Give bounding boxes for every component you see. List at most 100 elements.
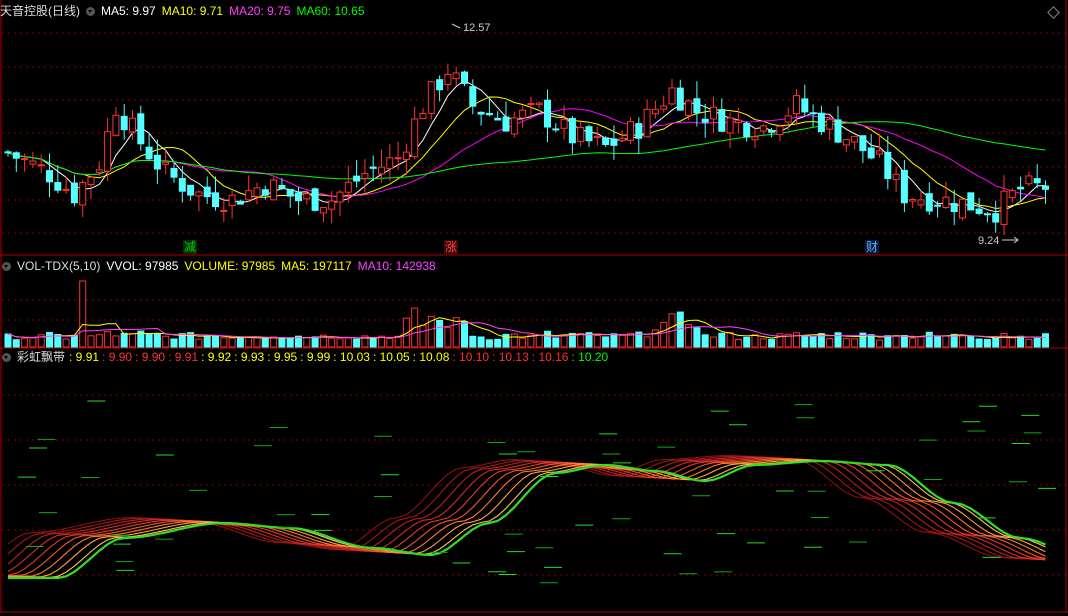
rainbow-value: : 9.91 <box>69 350 100 364</box>
candle-body <box>635 123 643 139</box>
volume-header: VOL-TDX(5,10) VVOL: 97985 VOLUME: 97985 MA5… <box>0 258 442 274</box>
candle-body <box>162 161 170 165</box>
candle-body <box>402 151 410 160</box>
candle-body <box>900 169 908 204</box>
ma60-label: MA60: 10.65 <box>296 4 365 18</box>
candle-body <box>776 125 784 136</box>
candle-body <box>817 112 825 133</box>
stock-chart[interactable] <box>0 0 1068 616</box>
volume-bar <box>917 336 925 348</box>
candle-body <box>461 71 468 84</box>
volume-bar <box>245 337 253 348</box>
volume-bar <box>793 332 800 348</box>
volume-bar <box>519 337 527 348</box>
event-mark-zhang[interactable]: 涨 <box>444 240 459 254</box>
vol-ma10-label: MA10: 142938 <box>357 259 436 273</box>
candle-body <box>112 114 120 136</box>
volume-bar <box>759 338 767 348</box>
volume-bar <box>1025 338 1033 348</box>
candle-body <box>1000 190 1008 226</box>
candle-body <box>676 87 684 111</box>
volume-bar <box>867 334 875 348</box>
volume-bar <box>851 338 859 348</box>
candle-body <box>826 118 834 130</box>
candle-body <box>643 108 651 138</box>
rainbow-value: : 10.20 <box>571 350 609 364</box>
volume-bar <box>228 337 236 348</box>
volume-bar <box>236 337 244 348</box>
candle-body <box>87 176 95 186</box>
candle-body <box>577 127 585 142</box>
rainbow-band-line <box>7 456 1046 565</box>
rainbow-value: : 9.93 <box>234 350 265 364</box>
candle-body <box>353 175 361 182</box>
event-mark-cai[interactable]: 财 <box>865 240 880 254</box>
event-mark-jian[interactable]: 减 <box>183 240 198 254</box>
collapse-icon[interactable] <box>2 353 11 362</box>
volume-bar <box>734 338 742 348</box>
candle-body <box>195 191 203 197</box>
volume-bar <box>353 338 361 348</box>
candle-body <box>203 186 211 198</box>
volume-bar <box>768 338 776 348</box>
candle-body <box>79 182 87 206</box>
candle-body <box>934 204 942 207</box>
volume-bar <box>12 339 20 348</box>
candle-body <box>743 123 751 138</box>
candle-body <box>710 106 717 120</box>
volume-bar <box>602 336 610 348</box>
candle-body <box>917 199 925 206</box>
candle-body <box>502 116 510 132</box>
candle-body <box>328 200 336 210</box>
candle-body <box>859 135 867 152</box>
vol-ma5-label: MA5: 197117 <box>281 259 352 273</box>
volume-bar <box>892 335 900 348</box>
volume-bar <box>934 336 942 348</box>
volume-bar <box>369 337 377 348</box>
volume-bar <box>70 335 78 348</box>
candle-body <box>54 182 62 191</box>
candle-body <box>411 118 419 158</box>
volume-bar <box>95 334 103 348</box>
volume-bar <box>336 338 344 348</box>
candle-body <box>693 98 701 114</box>
low-arrow <box>1002 236 1019 244</box>
candle-body <box>701 118 709 123</box>
candle-body <box>610 138 618 146</box>
volume-bar <box>253 337 261 348</box>
collapse-icon[interactable] <box>86 7 95 16</box>
candle-body <box>544 99 551 128</box>
volume-bar <box>1033 337 1041 348</box>
candle-body <box>950 203 958 213</box>
volume-bar <box>129 333 136 348</box>
volume-bar <box>494 338 502 348</box>
candle-body <box>170 167 178 178</box>
candle-body <box>427 81 435 114</box>
volume-bar <box>29 337 37 348</box>
candle-body <box>784 115 792 123</box>
candle-body <box>37 164 45 167</box>
candle-body <box>477 111 485 115</box>
candle-body <box>369 166 377 169</box>
volume-bar <box>743 336 751 348</box>
volume-bar <box>718 332 726 348</box>
candle-body <box>21 158 29 161</box>
candle-body <box>535 102 543 106</box>
volume-bar <box>842 338 850 348</box>
candle-body <box>444 73 452 85</box>
candle-body <box>104 131 112 172</box>
volume-bar <box>593 334 601 348</box>
candle-body <box>959 198 966 219</box>
collapse-icon[interactable] <box>2 262 11 271</box>
candle-body <box>46 170 53 183</box>
candle-body <box>336 191 344 203</box>
volume-bar <box>959 335 966 348</box>
volume-bar <box>1042 333 1049 348</box>
candle-body <box>1008 190 1016 198</box>
volume-bar <box>909 337 917 348</box>
rainbow-value: : 10.08 <box>412 350 450 364</box>
candle-body <box>452 72 460 80</box>
volume-bar <box>162 335 170 348</box>
volume-bar <box>660 321 668 348</box>
volume-bar <box>726 331 734 348</box>
